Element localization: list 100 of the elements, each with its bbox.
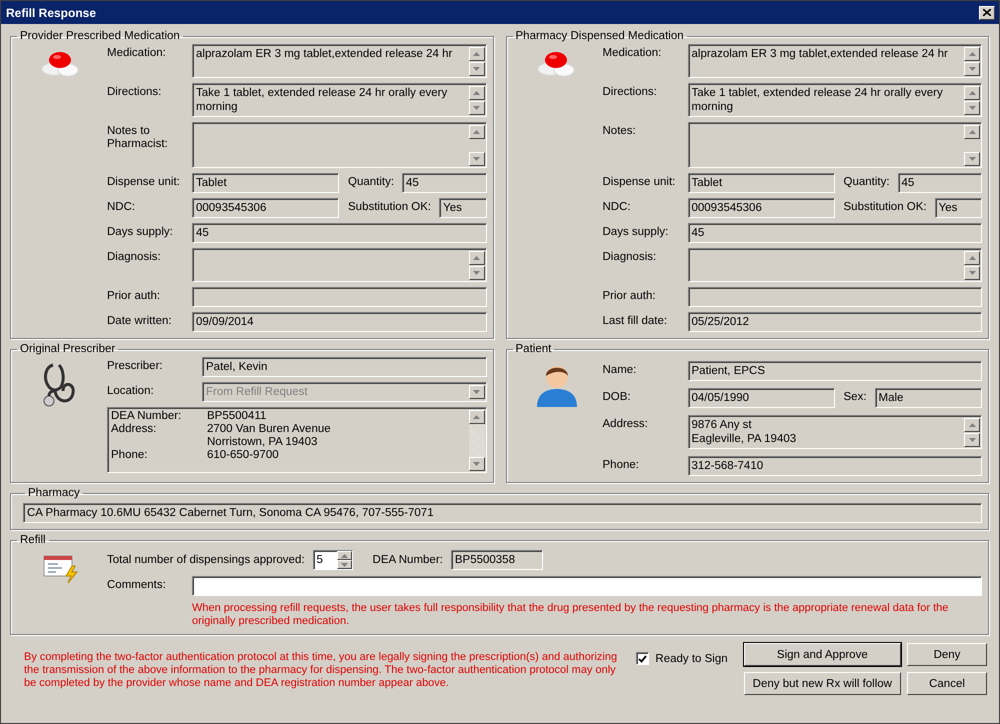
text-field[interactable]: Patient, EPCS bbox=[688, 361, 982, 381]
field-label: Comments: bbox=[107, 578, 167, 593]
field-label: Medication: bbox=[602, 46, 662, 60]
memo-field[interactable]: Take 1 tablet, extended release 24 hr orally every morning bbox=[688, 83, 982, 117]
text-field[interactable] bbox=[688, 287, 982, 307]
text-field[interactable]: Tablet bbox=[688, 173, 834, 193]
field-text: Take 1 tablet, extended release 24 hr orally every morning bbox=[692, 86, 944, 115]
field-text: alprazolam ER 3 mg tablet,extended release 24 hr bbox=[196, 47, 454, 62]
detail-value: Norristown, PA 19403 bbox=[207, 436, 318, 449]
scroll-up-button[interactable] bbox=[468, 86, 484, 100]
text-field[interactable]: 05/25/2012 bbox=[688, 312, 982, 332]
legal-notice: By completing the two-factor authentication protocol at this time, you are legally signing the prescription(s) and authorizing the transmission of the above information to the pharmacy for dispensing. The two-factor authentication protocol may only be completed by the provider whose name and DEA registration number appear above. bbox=[24, 650, 618, 691]
scroll-up-button[interactable] bbox=[468, 410, 484, 424]
text-field[interactable]: Male bbox=[874, 388, 982, 408]
scroll-down-button[interactable] bbox=[468, 457, 484, 471]
text-field[interactable]: Patel, Kevin bbox=[202, 357, 486, 377]
text-field[interactable]: Yes bbox=[934, 198, 982, 218]
text-field[interactable]: BP5500358 bbox=[450, 550, 543, 570]
text-field[interactable]: 45 bbox=[688, 223, 982, 243]
field-label: Quantity: bbox=[842, 175, 891, 188]
up-arrow-icon bbox=[968, 130, 976, 134]
down-arrow-icon bbox=[968, 157, 976, 161]
memo-field[interactable]: alprazolam ER 3 mg tablet,extended release 24 hr bbox=[688, 44, 982, 78]
text-field[interactable] bbox=[192, 287, 486, 307]
number-spinner[interactable]: 5 bbox=[312, 550, 353, 570]
field-text: Take 1 tablet, extended release 24 hr orally every morning bbox=[196, 86, 448, 115]
scroll-down-button[interactable] bbox=[964, 62, 980, 76]
memo-field[interactable] bbox=[688, 122, 982, 168]
text-field[interactable]: 00093545306 bbox=[192, 198, 339, 218]
down-arrow-icon bbox=[968, 67, 976, 71]
memo-field[interactable]: alprazolam ER 3 mg tablet,extended release 24 hr bbox=[192, 44, 486, 78]
field-label: Substitution OK: bbox=[842, 200, 928, 213]
group-title: Pharmacy Dispensed Medication bbox=[514, 30, 685, 42]
detail-label: Address: bbox=[111, 423, 158, 436]
text-field[interactable]: 04/05/1990 bbox=[688, 388, 834, 408]
scroll-up-button[interactable] bbox=[468, 47, 484, 61]
up-arrow-icon bbox=[968, 423, 976, 427]
dialog-button[interactable]: Sign and Approve bbox=[744, 643, 901, 666]
scroll-up-button[interactable] bbox=[964, 251, 980, 265]
text-field[interactable]: 45 bbox=[402, 173, 486, 193]
detail-label: Phone: bbox=[111, 449, 148, 462]
scroll-down-button[interactable] bbox=[468, 266, 484, 280]
scroll-down-button[interactable] bbox=[964, 152, 980, 166]
text-field[interactable]: 45 bbox=[898, 173, 982, 193]
group-title: Provider Prescribed Medication bbox=[19, 30, 181, 42]
scroll-down-button[interactable] bbox=[964, 433, 980, 447]
field-label: Sex: bbox=[842, 390, 868, 403]
up-arrow-icon bbox=[968, 91, 976, 95]
text-field[interactable]: CA Pharmacy 10.6MU 65432 Cabernet Turn, Sonoma CA 95476, 707-555-7071 bbox=[23, 503, 982, 523]
scroll-down-button[interactable] bbox=[468, 101, 484, 115]
field-label: Address: bbox=[602, 417, 649, 431]
checkbox[interactable] bbox=[636, 652, 650, 665]
down-arrow-icon bbox=[340, 562, 348, 566]
detail-value: 2700 Van Buren Avenue bbox=[207, 423, 332, 436]
up-arrow-icon bbox=[473, 52, 480, 56]
dialog-button[interactable]: Cancel bbox=[907, 672, 987, 695]
field-label: Prior auth: bbox=[602, 289, 657, 303]
scroll-down-button[interactable] bbox=[964, 101, 980, 115]
text-field[interactable]: 45 bbox=[192, 223, 486, 243]
group-title: Refill bbox=[19, 534, 47, 546]
group-title: Patient bbox=[514, 343, 552, 355]
scroll-up-button[interactable] bbox=[468, 251, 484, 265]
text-field[interactable]: 09/09/2014 bbox=[192, 312, 486, 332]
scroll-down-button[interactable] bbox=[468, 152, 484, 166]
field-label: Location: bbox=[107, 384, 155, 398]
field-label: Notes: bbox=[602, 124, 637, 138]
increment-button[interactable] bbox=[336, 551, 352, 560]
close-button[interactable] bbox=[979, 6, 995, 20]
field-label: Name: bbox=[602, 363, 638, 377]
scroll-up-button[interactable] bbox=[468, 125, 484, 139]
scroll-down-button[interactable] bbox=[964, 266, 980, 280]
text-field[interactable]: Yes bbox=[439, 198, 486, 218]
text-field[interactable]: Tablet bbox=[192, 173, 339, 193]
scroll-up-button[interactable] bbox=[964, 47, 980, 61]
prescriber-details-field[interactable]: DEA Number: BP5500411 Address: 2700 Van Buren Avenue Norristown, PA 19403 Phone: 610-650-9700 bbox=[107, 407, 486, 473]
scroll-up-button[interactable] bbox=[964, 125, 980, 139]
dialog-button[interactable]: Deny but new Rx will follow bbox=[744, 672, 901, 695]
text-field[interactable]: 312-568-7410 bbox=[688, 456, 982, 476]
comments-field[interactable] bbox=[192, 576, 982, 596]
scroll-down-button[interactable] bbox=[468, 62, 484, 76]
memo-field[interactable]: Take 1 tablet, extended release 24 hr orally every morning bbox=[192, 83, 486, 117]
scroll-up-button[interactable] bbox=[964, 418, 980, 432]
group-title: Original Prescriber bbox=[19, 343, 116, 355]
scroll-up-button[interactable] bbox=[964, 86, 980, 100]
dialog-button[interactable]: Deny bbox=[907, 643, 987, 666]
up-arrow-icon bbox=[473, 130, 480, 134]
memo-field[interactable]: 9876 Any st Eagleville, PA 19403 bbox=[688, 415, 982, 449]
field-label: Dispense unit: bbox=[107, 175, 181, 189]
detail-label: DEA Number: bbox=[111, 410, 182, 423]
up-arrow-icon bbox=[473, 256, 480, 260]
field-text: alprazolam ER 3 mg tablet,extended release 24 hr bbox=[692, 47, 949, 62]
field-label: Prescriber: bbox=[107, 359, 164, 373]
text-field[interactable]: 00093545306 bbox=[688, 198, 834, 218]
down-arrow-icon bbox=[473, 157, 480, 161]
memo-field[interactable] bbox=[688, 248, 982, 282]
decrement-button[interactable] bbox=[336, 560, 352, 569]
memo-field[interactable] bbox=[192, 248, 486, 282]
field-label: NDC: bbox=[107, 200, 136, 214]
memo-field[interactable] bbox=[192, 122, 486, 168]
close-icon bbox=[983, 9, 991, 16]
